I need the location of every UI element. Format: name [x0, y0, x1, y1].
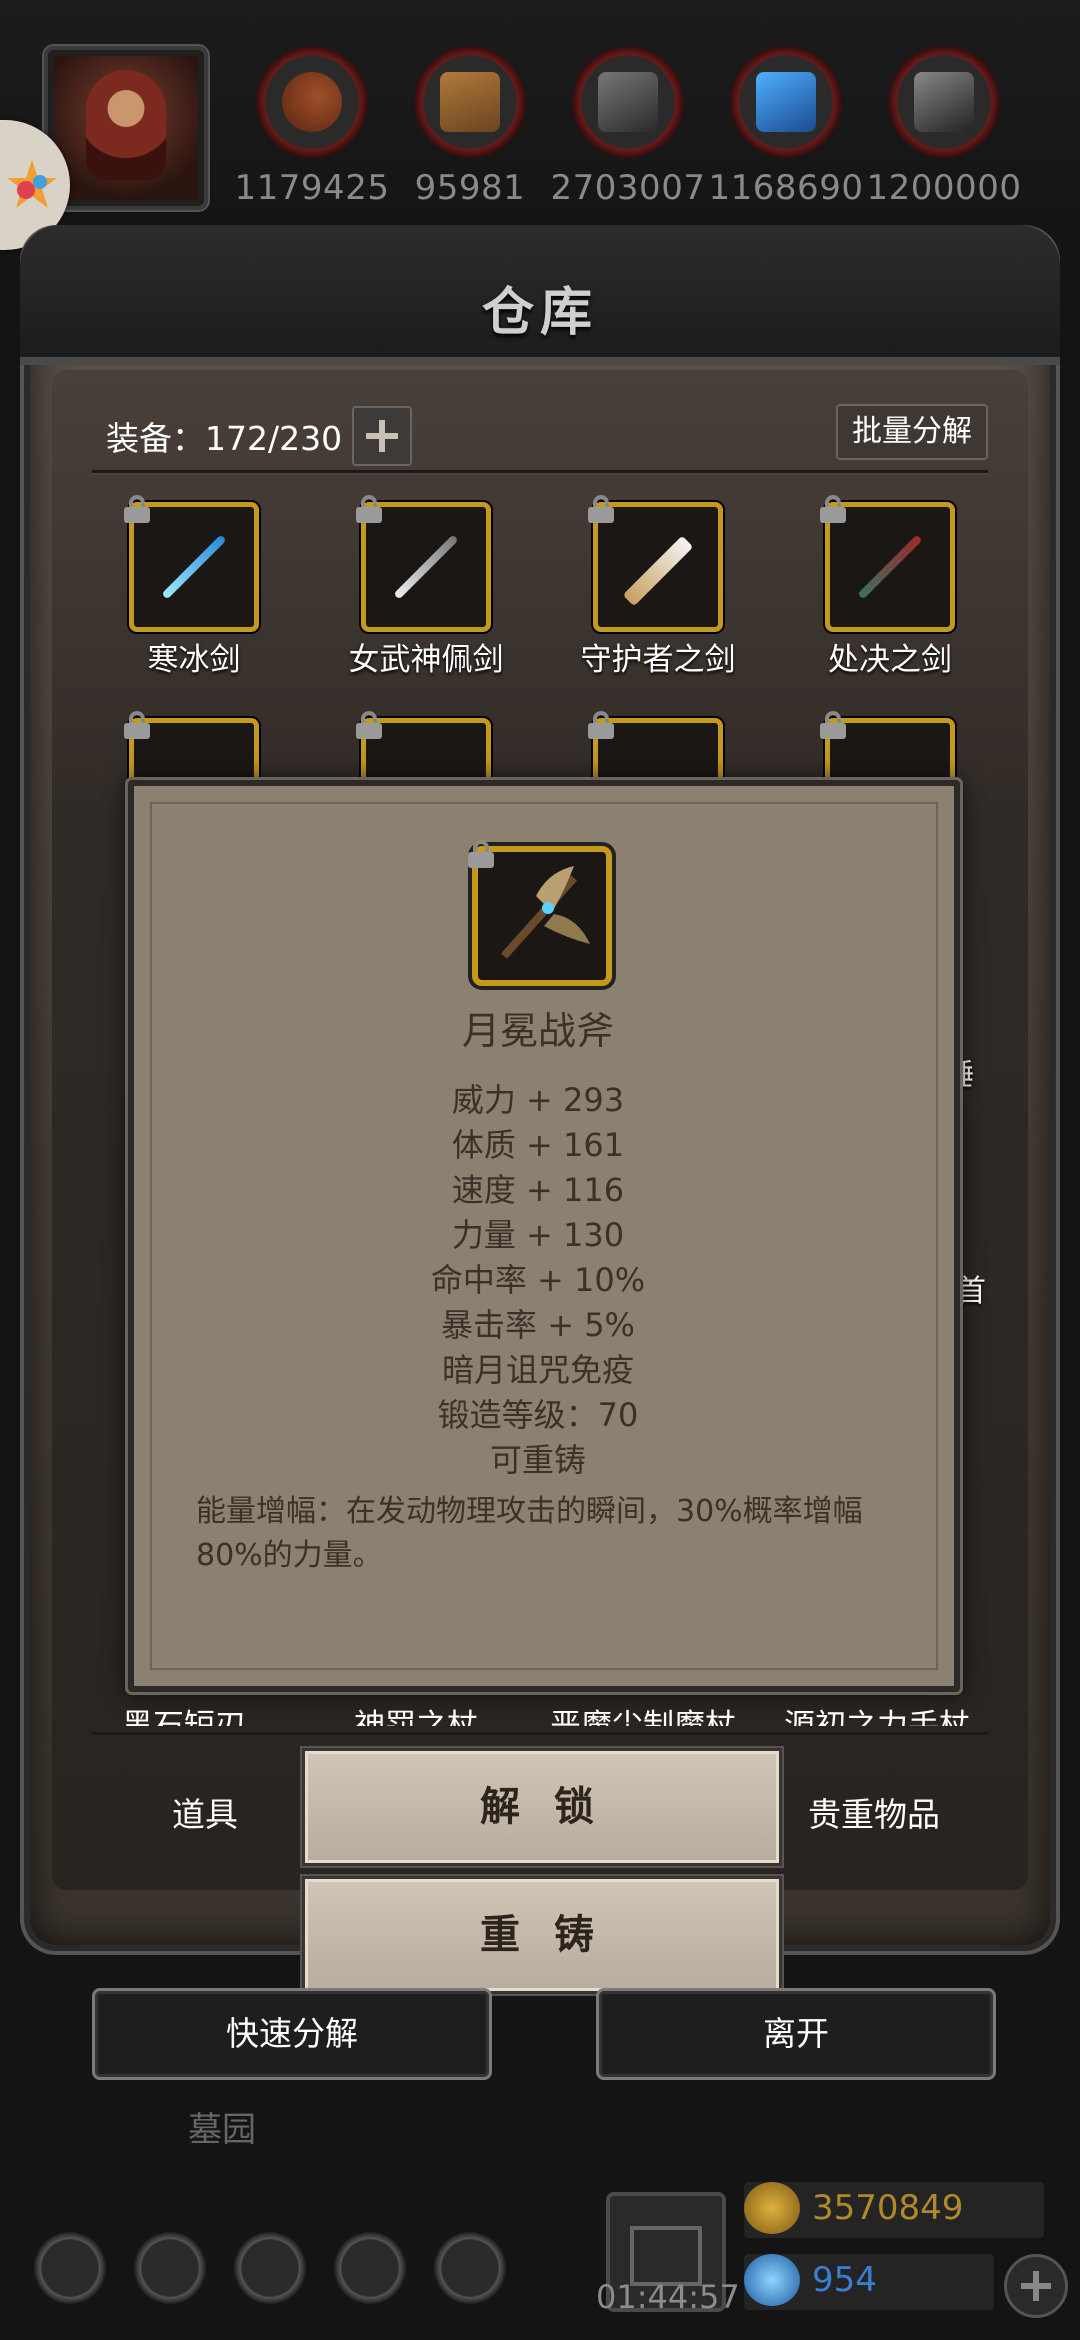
lock-icon — [356, 495, 382, 523]
item-slot-execution-sword[interactable]: 处决之剑 — [790, 495, 990, 679]
lock-icon — [820, 711, 846, 739]
stat-line: 暗月诅咒免疫 — [441, 1351, 634, 1389]
item-slot-valkyrie-sword[interactable]: 女武神佩剑 — [326, 495, 526, 679]
dice-icon[interactable] — [434, 2232, 506, 2304]
leave-button[interactable]: 离开 — [596, 1988, 996, 2080]
stat-line: 威力 + 293 — [451, 1081, 625, 1119]
tooltip-item-slot — [468, 840, 612, 986]
tab-items[interactable]: 道具 — [172, 1788, 238, 1836]
stat-line: 力量 + 130 — [451, 1216, 625, 1254]
bulk-decompose-button[interactable]: 批量分解 — [836, 404, 988, 460]
item-label: 恶魔尘制魔杖 — [550, 1708, 736, 1726]
stat-line: 锻造等级：70 — [437, 1396, 639, 1434]
quick-decompose-button[interactable]: 快速分解 — [92, 1988, 492, 2080]
unlock-button[interactable]: 解 锁 — [302, 1748, 782, 1866]
tab-valuables[interactable]: 贵重物品 — [808, 1788, 940, 1836]
tooltip-description: 能量增幅：在发动物理攻击的瞬间，30%概率增幅80%的力量。 — [196, 1494, 863, 1573]
settings-icon[interactable] — [34, 2232, 106, 2304]
guild-icon[interactable] — [234, 2232, 306, 2304]
gift-timer: 01:44:57 — [596, 2278, 740, 2316]
achievements-icon[interactable] — [134, 2232, 206, 2304]
wood-icon — [414, 46, 526, 158]
resource-crystal: 1168690 — [706, 46, 866, 208]
gold-coin-icon — [744, 2182, 800, 2234]
crystal-icon — [730, 46, 842, 158]
location-label: 墓园 — [188, 2110, 256, 2150]
item-label: 神罚之杖 — [354, 1708, 478, 1726]
resource-meat: 1179425 — [232, 46, 392, 208]
item-label: 寒冰剑 — [147, 642, 241, 678]
item-label: 处决之剑 — [828, 642, 952, 678]
add-currency-button[interactable] — [1004, 2254, 1068, 2318]
lock-icon — [124, 495, 150, 523]
battle-axe-icon — [501, 866, 590, 959]
resource-wood: 95981 — [390, 46, 550, 208]
gold-display: 3570849 — [744, 2182, 1044, 2238]
resource-value: 1179425 — [234, 168, 390, 208]
sword-icon — [857, 534, 923, 600]
equip-count: 装备：172/230 — [106, 419, 343, 458]
item-slot-ice-sword[interactable]: 寒冰剑 — [94, 495, 294, 679]
resource-value: 1168690 — [708, 168, 864, 208]
item-label-fragment: 首 — [956, 1274, 986, 1309]
resource-iron: 2703007 — [548, 46, 708, 208]
stat-line: 命中率 + 10% — [430, 1261, 646, 1299]
avatar-portrait — [86, 70, 166, 180]
gem-icon — [744, 2254, 800, 2306]
ore-icon — [888, 46, 1000, 158]
resource-ore: 1200000 — [864, 46, 1024, 208]
gold-amount: 3570849 — [812, 2188, 964, 2228]
expand-capacity-button[interactable] — [352, 406, 412, 466]
tooltip-stats: 威力 + 293 体质 + 161 速度 + 116 力量 + 130 命中率 … — [128, 1078, 948, 1483]
item-label: 女武神佩剑 — [348, 642, 504, 678]
sword-icon — [622, 535, 694, 607]
item-label: 黑石短刃 — [122, 1708, 246, 1726]
reforge-button[interactable]: 重 铸 — [302, 1876, 782, 1994]
tab-divider — [92, 1732, 988, 1735]
item-frame — [356, 495, 491, 632]
stat-line: 暴击率 + 5% — [441, 1306, 635, 1344]
item-frame — [124, 495, 259, 632]
sword-icon — [161, 534, 227, 600]
item-slot-guardian-sword[interactable]: 守护者之剑 — [558, 495, 758, 679]
sword-icon — [393, 534, 459, 600]
stat-line: 可重铸 — [489, 1441, 586, 1479]
item-frame — [820, 495, 955, 632]
item-frame — [588, 495, 723, 632]
lock-icon — [588, 495, 614, 523]
stat-line: 速度 + 116 — [451, 1171, 625, 1209]
tooltip-item-name: 月冕战斧 — [461, 1009, 614, 1053]
resource-value: 2703007 — [550, 168, 706, 208]
item-label: 守护者之剑 — [580, 642, 736, 678]
resource-value: 95981 — [414, 168, 526, 208]
item-label: 源初之力手杖 — [784, 1708, 970, 1726]
warehouse-title: 仓库 — [481, 283, 598, 343]
lock-icon — [356, 711, 382, 739]
lock-icon — [588, 711, 614, 739]
gem-display: 954 — [744, 2254, 994, 2310]
resource-value: 1200000 — [866, 168, 1022, 208]
lock-icon — [820, 495, 846, 523]
iron-ingot-icon — [572, 46, 684, 158]
header-divider — [92, 470, 988, 473]
meat-icon — [256, 46, 368, 158]
lock-icon — [124, 711, 150, 739]
stat-line: 体质 + 161 — [451, 1126, 625, 1164]
mail-icon[interactable] — [334, 2232, 406, 2304]
cut-item-labels: 黑石短刃 神罚之杖 恶魔尘制魔杖 源初之力手杖 — [92, 1700, 988, 1726]
star-icon — [7, 160, 57, 208]
gem-amount: 954 — [812, 2260, 877, 2300]
